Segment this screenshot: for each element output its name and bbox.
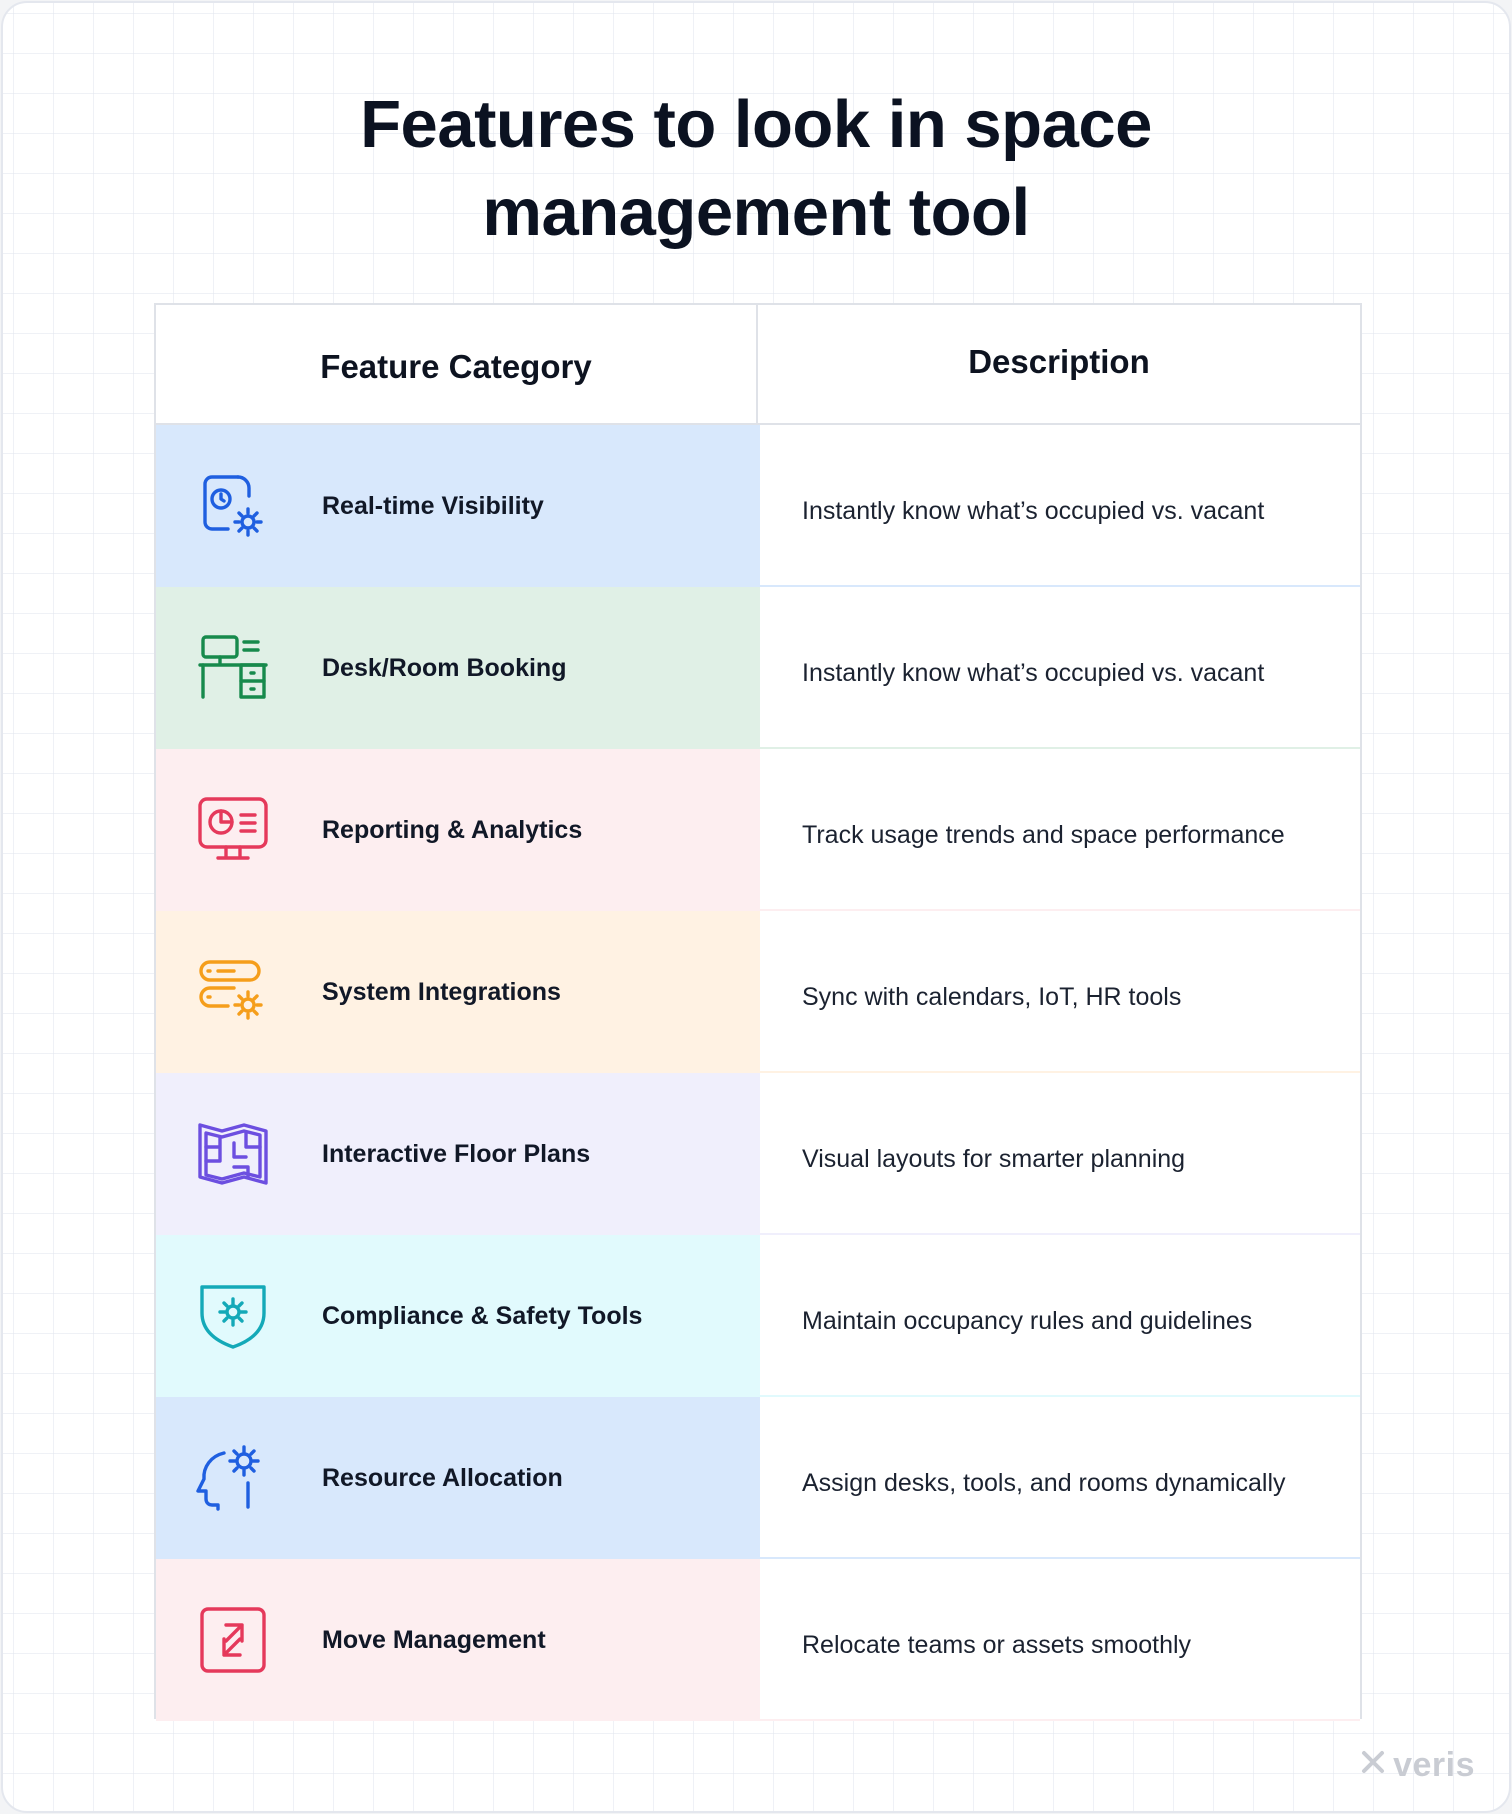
description-cell: Maintain occupancy rules and guidelines (760, 1235, 1360, 1397)
move-arrows-icon (194, 1601, 272, 1679)
description-text: Instantly know what’s occupied vs. vacan… (802, 658, 1265, 687)
title-line-2: management tool (482, 175, 1030, 250)
table-header: Feature Category Description (156, 305, 1360, 425)
page-title: Features to look in space management too… (3, 81, 1509, 257)
brand-name: veris (1393, 1746, 1475, 1784)
title-line-1: Features to look in space (360, 87, 1152, 162)
description-text: Sync with calendars, IoT, HR tools (802, 982, 1182, 1011)
table-row: Real-time Visibility Instantly know what… (156, 425, 1360, 587)
veris-brand: veris (1359, 1746, 1475, 1785)
description-cell: Visual layouts for smarter planning (760, 1073, 1360, 1235)
head-gear-icon (194, 1439, 272, 1517)
description-text: Track usage trends and space performance (802, 820, 1285, 849)
description-cell: Assign desks, tools, and rooms dynamical… (760, 1397, 1360, 1559)
category-label: Reporting & Analytics (322, 815, 583, 844)
category-label: Move Management (322, 1625, 546, 1654)
category-cell: System Integrations (156, 911, 760, 1073)
table-row: Desk/Room Booking Instantly know what’s … (156, 587, 1360, 749)
category-cell: Resource Allocation (156, 1397, 760, 1559)
analytics-monitor-icon (194, 791, 272, 869)
table-row: Resource Allocation Assign desks, tools,… (156, 1397, 1360, 1559)
infographic-card: Features to look in space management too… (1, 1, 1511, 1813)
category-cell: Real-time Visibility (156, 425, 760, 587)
description-cell: Instantly know what’s occupied vs. vacan… (760, 587, 1360, 749)
category-label: Desk/Room Booking (322, 653, 567, 682)
category-label: Compliance & Safety Tools (322, 1301, 643, 1330)
category-label: Resource Allocation (322, 1463, 563, 1492)
category-cell: Desk/Room Booking (156, 587, 760, 749)
table-row: System Integrations Sync with calendars,… (156, 911, 1360, 1073)
desk-icon (194, 629, 272, 707)
category-cell: Compliance & Safety Tools (156, 1235, 760, 1397)
description-text: Assign desks, tools, and rooms dynamical… (802, 1468, 1286, 1497)
category-cell: Reporting & Analytics (156, 749, 760, 911)
table-row: Compliance & Safety Tools Maintain occup… (156, 1235, 1360, 1397)
table-row: Move Management Relocate teams or assets… (156, 1559, 1360, 1721)
description-cell: Relocate teams or assets smoothly (760, 1559, 1360, 1721)
header-description: Description (968, 343, 1150, 380)
description-text: Instantly know what’s occupied vs. vacan… (802, 496, 1265, 525)
category-cell: Interactive Floor Plans (156, 1073, 760, 1235)
floor-plan-map-icon (194, 1115, 272, 1193)
table-row: Reporting & Analytics Track usage trends… (156, 749, 1360, 911)
table-row: Interactive Floor Plans Visual layouts f… (156, 1073, 1360, 1235)
category-label: System Integrations (322, 977, 561, 1006)
description-text: Visual layouts for smarter planning (802, 1144, 1186, 1173)
category-label: Real-time Visibility (322, 491, 544, 520)
description-cell: Sync with calendars, IoT, HR tools (760, 911, 1360, 1073)
description-cell: Track usage trends and space performance (760, 749, 1360, 911)
description-text: Relocate teams or assets smoothly (802, 1630, 1192, 1659)
visibility-gear-icon (194, 467, 272, 545)
description-text: Maintain occupancy rules and guidelines (802, 1306, 1253, 1335)
category-cell: Move Management (156, 1559, 760, 1721)
header-feature-category: Feature Category (156, 305, 758, 423)
veris-logo-icon (1359, 1746, 1387, 1785)
description-cell: Instantly know what’s occupied vs. vacan… (760, 425, 1360, 587)
shield-gear-icon (194, 1277, 272, 1355)
category-label: Interactive Floor Plans (322, 1139, 591, 1168)
server-gear-icon (194, 953, 272, 1031)
features-table: Feature Category Description Real-time V… (154, 303, 1362, 1721)
